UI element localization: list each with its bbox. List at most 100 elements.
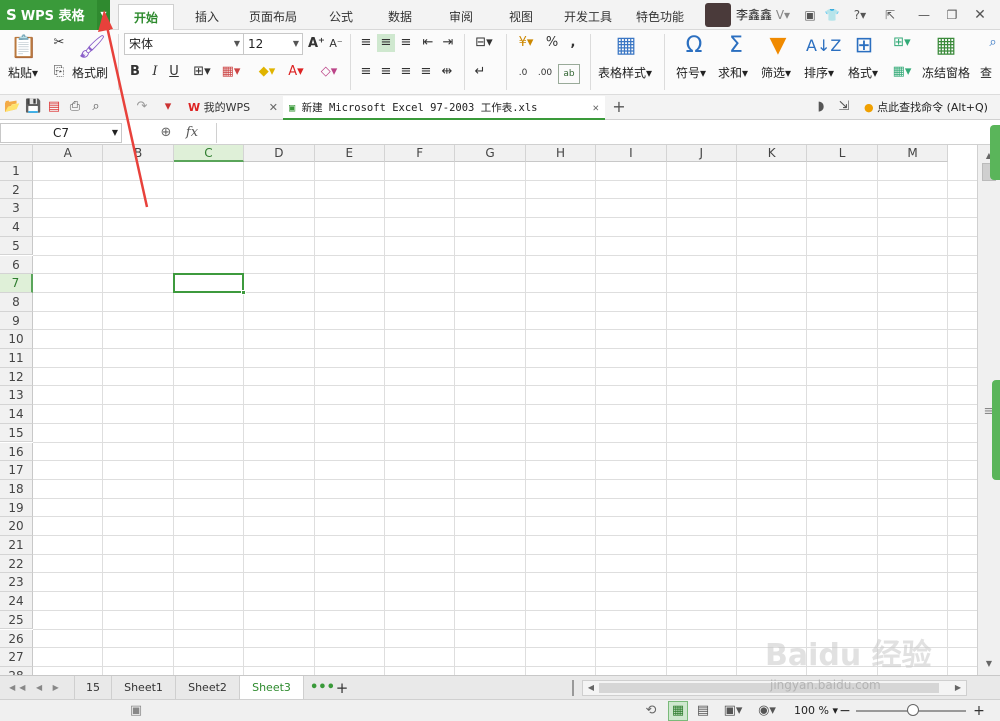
save-icon[interactable]: 💾: [25, 98, 41, 116]
column-header-L[interactable]: L: [807, 145, 878, 162]
page-break-view-icon[interactable]: ▤: [694, 702, 712, 720]
column-header-C[interactable]: C: [173, 145, 245, 162]
row-header-15[interactable]: 15: [0, 423, 33, 443]
font-size-select[interactable]: 12 ▼: [243, 33, 303, 55]
cloud-icon[interactable]: ◗: [814, 98, 828, 116]
sheet-tab-active[interactable]: Sheet3: [240, 676, 304, 700]
command-search[interactable]: ● 点此查找命令 (Alt+Q): [864, 99, 988, 115]
font-name-select[interactable]: 宋体 ▼: [124, 33, 244, 55]
align-bottom-icon[interactable]: ≡: [398, 34, 414, 52]
zoom-out-icon[interactable]: −: [838, 702, 852, 720]
increase-font-icon[interactable]: A⁺: [308, 35, 325, 53]
format-painter-button[interactable]: 格式刷: [72, 64, 108, 81]
find-button[interactable]: 查: [980, 64, 992, 81]
customize-quick-access-icon[interactable]: ▾: [160, 98, 176, 116]
spreadsheet-grid[interactable]: A B C D E F G H I J K L M 1 2 3 4 5 6 7 8 9 10 11 12 13 14 15 16 17 18…: [0, 145, 977, 675]
find-icon[interactable]: ⌕: [986, 34, 1000, 52]
close-icon[interactable]: ✕: [972, 7, 988, 23]
close-tab-icon[interactable]: ✕: [269, 96, 278, 120]
sort-button[interactable]: 排序▾: [804, 64, 834, 81]
row-header-16[interactable]: 16: [0, 442, 33, 462]
more-sheets-icon[interactable]: •••: [310, 679, 335, 697]
zoom-in-icon[interactable]: +: [972, 702, 986, 720]
sheet-tab[interactable]: 15: [74, 676, 112, 700]
align-left-icon[interactable]: ≡: [358, 63, 374, 81]
convert-icon[interactable]: ab: [558, 64, 580, 84]
row-header-5[interactable]: 5: [0, 236, 33, 256]
distribute-icon[interactable]: ⇹: [438, 63, 456, 81]
tab-developer[interactable]: 开发工具: [556, 4, 620, 30]
row-header-14[interactable]: 14: [0, 405, 33, 424]
row-header-6[interactable]: 6: [0, 255, 33, 275]
recovery-icon[interactable]: ⟲: [643, 702, 659, 720]
new-tab-icon[interactable]: +: [610, 98, 628, 116]
formula-input[interactable]: [216, 123, 976, 143]
row-header-12[interactable]: 12: [0, 367, 33, 387]
column-header-H[interactable]: H: [525, 145, 597, 162]
row-header-7[interactable]: 7: [0, 274, 33, 293]
row-header-3[interactable]: 3: [0, 199, 33, 219]
filter-icon[interactable]: ▼: [764, 32, 792, 60]
user-avatar[interactable]: [705, 3, 731, 27]
increase-indent-icon[interactable]: ⇥: [440, 34, 456, 52]
row-header-24[interactable]: 24: [0, 592, 33, 611]
freeze-panes-icon[interactable]: ▦: [932, 32, 960, 60]
paste-icon[interactable]: 📋: [10, 34, 38, 62]
tab-data[interactable]: 数据: [375, 4, 425, 30]
row-header-22[interactable]: 22: [0, 554, 33, 574]
column-header-I[interactable]: I: [596, 145, 667, 162]
justify-icon[interactable]: ≡: [418, 63, 434, 81]
minimize-icon[interactable]: —: [916, 7, 932, 23]
decrease-indent-icon[interactable]: ⇤: [420, 34, 436, 52]
freeze-panes-button[interactable]: 冻结窗格: [922, 64, 970, 81]
paste-button[interactable]: 粘贴▾: [8, 64, 38, 81]
open-icon[interactable]: 📂: [4, 98, 20, 116]
table-style-icon[interactable]: ▦: [612, 32, 640, 60]
restore-icon[interactable]: ❐: [944, 7, 960, 23]
bold-button[interactable]: B: [128, 63, 142, 81]
row-header-8[interactable]: 8: [0, 292, 33, 312]
row-header-26[interactable]: 26: [0, 629, 33, 649]
column-header-F[interactable]: F: [385, 145, 456, 162]
worksheet-icon[interactable]: ▦▾: [888, 63, 916, 81]
add-sheet-icon[interactable]: +: [334, 679, 350, 697]
merge-icon[interactable]: ▦▾: [218, 63, 244, 81]
row-header-25[interactable]: 25: [0, 610, 33, 630]
tab-formula[interactable]: 公式: [316, 4, 366, 30]
format-button[interactable]: 格式▾: [848, 64, 878, 81]
fx-button[interactable]: fx: [182, 124, 202, 142]
column-header-G[interactable]: G: [455, 145, 526, 162]
select-all-corner[interactable]: [0, 145, 33, 162]
export-pdf-icon[interactable]: ▤: [46, 98, 62, 116]
tab-review[interactable]: 审阅: [436, 4, 486, 30]
fullscreen-icon[interactable]: ⇱: [882, 7, 898, 23]
fill-handle[interactable]: [241, 289, 247, 295]
name-box[interactable]: C7 ▼: [0, 123, 122, 143]
symbol-button[interactable]: 符号▾: [676, 64, 706, 81]
cut-icon[interactable]: ✂: [50, 34, 68, 52]
print-icon[interactable]: ⎙: [67, 98, 83, 116]
column-header-J[interactable]: J: [666, 145, 737, 162]
format-painter-icon[interactable]: 🖌: [78, 34, 106, 62]
normal-view-icon[interactable]: ▦: [668, 701, 688, 721]
tab-view[interactable]: 视图: [496, 4, 546, 30]
app-menu-dropdown-icon[interactable]: ▼: [97, 0, 110, 30]
row-header-2[interactable]: 2: [0, 180, 33, 200]
doc-tab-my-wps[interactable]: W 我的WPS ✕: [182, 96, 282, 120]
hscroll-thumb[interactable]: [599, 683, 939, 693]
comma-button[interactable]: ,: [566, 34, 580, 52]
table-style-button[interactable]: 表格样式▾: [598, 64, 652, 81]
tab-home[interactable]: 开始: [118, 4, 174, 30]
zoom-function-icon[interactable]: ⊕: [158, 124, 174, 142]
column-header-B[interactable]: B: [103, 145, 174, 162]
zoom-slider-thumb[interactable]: [907, 704, 920, 716]
tab-insert[interactable]: 插入: [182, 4, 232, 30]
row-header-18[interactable]: 18: [0, 479, 33, 499]
rows-cols-icon[interactable]: ⊞▾: [888, 34, 916, 52]
reading-layout-icon[interactable]: ▣▾: [720, 702, 746, 720]
copy-icon[interactable]: ⎘: [50, 63, 68, 81]
sort-icon[interactable]: A↓Z: [806, 32, 841, 60]
row-header-27[interactable]: 27: [0, 648, 33, 667]
row-header-11[interactable]: 11: [0, 349, 33, 368]
sum-icon[interactable]: Σ: [722, 32, 750, 60]
